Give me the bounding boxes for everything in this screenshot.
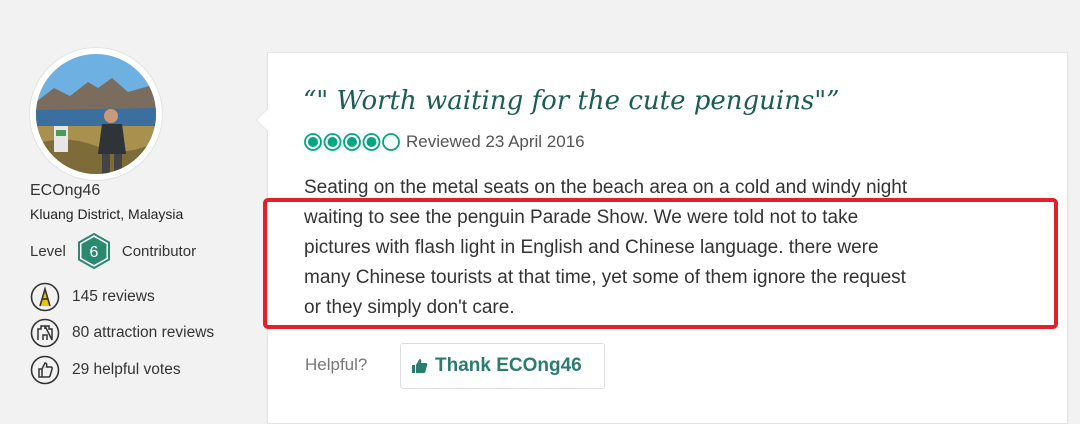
level-number: 6 — [89, 244, 98, 261]
level-label: Level — [30, 242, 66, 260]
stat-attraction-reviews-text: 80 attraction reviews — [72, 324, 215, 341]
rating-bubble-fill — [308, 137, 318, 147]
stat-reviews-text: 145 reviews — [72, 288, 155, 305]
reviewer-username[interactable]: ECOng46 — [30, 182, 100, 200]
highlight-box — [263, 198, 1058, 329]
thumbs-up-icon — [412, 359, 428, 373]
level-row: Level 6 Contributor — [30, 232, 197, 270]
stat-attraction-reviews: 80 attraction reviews — [30, 318, 214, 348]
stat-reviews: 145 reviews — [30, 282, 155, 312]
level-badge: 6 — [76, 232, 112, 270]
rating-bubbles — [304, 133, 400, 151]
review-title[interactable]: “" Worth waiting for the cute penguins"” — [303, 86, 840, 116]
reviewer-location: Kluang District, Malaysia — [30, 206, 184, 222]
attraction-icon — [30, 318, 60, 348]
thumbs-up-icon — [30, 355, 60, 385]
review-card: “" Worth waiting for the cute penguins"”… — [256, 52, 1068, 424]
pen-icon — [30, 282, 60, 312]
reviewed-date: Reviewed 23 April 2016 — [406, 132, 585, 151]
rating-row: Reviewed 23 April 2016 — [304, 131, 585, 153]
rating-bubble — [382, 133, 400, 151]
stat-helpful-votes: 29 helpful votes — [30, 355, 181, 385]
avatar[interactable] — [30, 48, 162, 180]
contributor-label: Contributor — [121, 242, 197, 260]
avatar-photo — [36, 54, 156, 174]
thank-button-label: Thank ECOng46 — [435, 355, 582, 376]
rating-bubble-fill — [347, 137, 357, 147]
thank-button[interactable]: Thank ECOng46 — [400, 343, 605, 389]
rating-bubble-fill — [327, 137, 338, 147]
stat-helpful-votes-text: 29 helpful votes — [72, 361, 181, 378]
rating-bubble-fill — [366, 137, 377, 147]
helpful-label: Helpful? — [305, 355, 368, 374]
